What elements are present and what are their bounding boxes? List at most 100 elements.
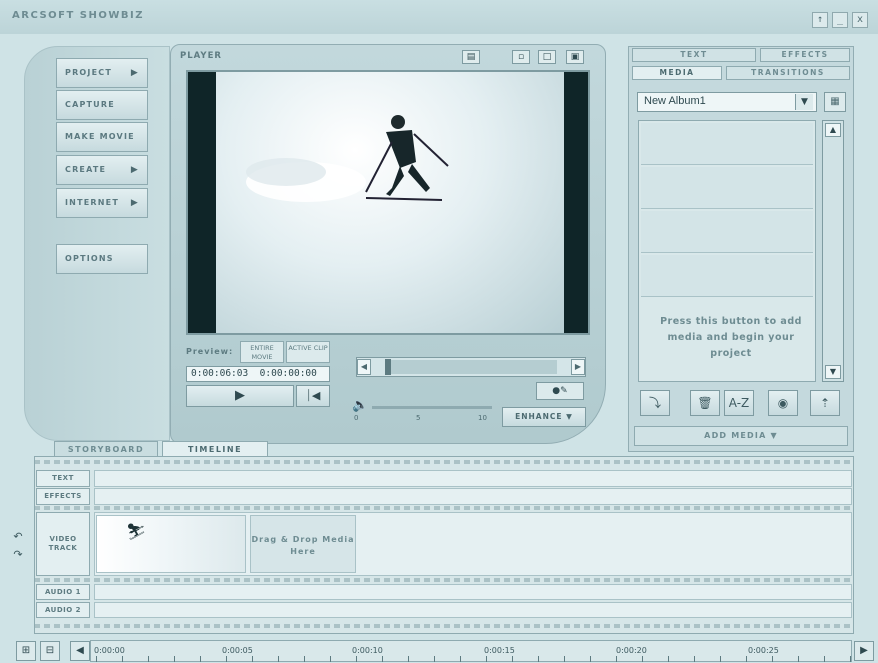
split-icon: ●✎	[552, 386, 568, 396]
close-button[interactable]: x	[852, 12, 868, 28]
add-media-label: Add Media	[704, 431, 767, 440]
undo-icon[interactable]: ↶	[10, 530, 26, 544]
skip-end-button[interactable]: ⏐◀	[296, 385, 330, 407]
timecode-current: 0:00:06:03	[191, 368, 249, 379]
ruler-tick	[460, 656, 461, 662]
divider	[34, 506, 854, 510]
project-button[interactable]: Project ▶	[56, 58, 148, 88]
tab-media[interactable]: Media	[632, 66, 722, 80]
ruler-tick	[408, 656, 409, 662]
chevron-down-icon: ▼	[770, 431, 778, 440]
disc-icon[interactable]: ◉	[768, 390, 798, 416]
skier-image	[246, 115, 449, 202]
trim-range	[387, 360, 557, 374]
active-clip-tab[interactable]: Active Clip	[286, 341, 330, 363]
trim-end-handle[interactable]: ▶	[571, 359, 585, 375]
track-label-video: Video Track	[36, 512, 90, 576]
ruler-tick	[720, 656, 721, 662]
time-ruler[interactable]	[90, 640, 852, 662]
tab-text[interactable]: Text	[632, 48, 756, 62]
import-icon[interactable]: ⇡	[810, 390, 840, 416]
drop-zone[interactable]: Drag & Drop Media Here	[250, 515, 356, 573]
divider	[34, 460, 854, 464]
volume-tick-min: 0	[354, 414, 359, 422]
media-slot[interactable]	[641, 211, 813, 253]
ruler-label: 0:00:25	[748, 646, 779, 655]
ruler-tick	[122, 656, 123, 662]
ruler-tick	[200, 656, 201, 662]
media-slot[interactable]	[641, 167, 813, 209]
ruler-tick	[824, 656, 825, 662]
small-view-icon[interactable]: ▫	[512, 50, 530, 64]
grid-view-icon[interactable]: ▦	[824, 92, 846, 112]
video-clip[interactable]	[96, 515, 246, 573]
ruler-tick	[590, 656, 591, 662]
app-title: ArcSoft ShowBiz	[12, 10, 144, 21]
redo-icon[interactable]: ↷	[10, 548, 26, 562]
options-label: Options	[65, 254, 114, 263]
restore-button[interactable]: ↑	[812, 12, 828, 28]
effects-track[interactable]	[94, 488, 852, 505]
options-button[interactable]: Options	[56, 244, 148, 274]
sort-button[interactable]: A-Z	[724, 390, 754, 416]
playhead-marker[interactable]	[385, 359, 391, 375]
split-button[interactable]: ●✎	[536, 382, 584, 400]
ruler-tick	[330, 656, 331, 662]
track-label-effects: Effects	[36, 488, 90, 505]
chevron-down-icon: ▼	[566, 412, 573, 421]
make-movie-button[interactable]: Make Movie	[56, 122, 148, 152]
large-view-icon[interactable]: □	[538, 50, 556, 64]
ruler-tick	[746, 656, 747, 662]
ruler-tick	[772, 656, 773, 662]
trim-slider[interactable]: ◀ ▶	[356, 357, 586, 377]
add-media-dropdown[interactable]: Add Media ▼	[634, 426, 848, 446]
ruler-tick	[174, 656, 175, 662]
ruler-tick	[798, 656, 799, 662]
ruler-tick	[642, 656, 643, 662]
volume-slider[interactable]	[372, 406, 492, 409]
project-label: Project	[65, 68, 112, 77]
fullscreen-icon[interactable]: ▣	[566, 50, 584, 64]
zoom-out-icon[interactable]: ⊟	[40, 641, 60, 661]
volume-tick-max: 10	[478, 414, 487, 422]
play-button[interactable]: ▶	[186, 385, 294, 407]
text-track[interactable]	[94, 470, 852, 487]
divider	[34, 578, 854, 582]
scroll-right-icon[interactable]: ▶	[854, 641, 874, 661]
volume-tick-mid: 5	[416, 414, 421, 422]
ruler-tick	[226, 656, 227, 662]
player-label: Player	[180, 51, 222, 61]
capture-label: Capture	[65, 100, 115, 109]
audio1-track[interactable]	[94, 584, 852, 600]
speaker-icon: 🔈	[352, 398, 369, 413]
create-button[interactable]: Create ▶	[56, 155, 148, 185]
capture-button[interactable]: Capture	[56, 90, 148, 120]
zoom-in-icon[interactable]: ⊞	[16, 641, 36, 661]
scroll-left-icon[interactable]: ◀	[70, 641, 90, 661]
scroll-up-icon[interactable]: ▲	[825, 123, 841, 137]
media-slot[interactable]	[641, 123, 813, 165]
enhance-button[interactable]: Enhance ▼	[502, 407, 586, 427]
internet-button[interactable]: Internet ▶	[56, 188, 148, 218]
scroll-down-icon[interactable]: ▼	[825, 365, 841, 379]
ruler-label: 0:00:20	[616, 646, 647, 655]
timecode-total: 0:00:00:00	[259, 368, 317, 379]
tab-effects[interactable]: Effects	[760, 48, 850, 62]
video-frame	[216, 72, 564, 333]
trash-icon[interactable]: 🗑	[690, 390, 720, 416]
minimize-button[interactable]: _	[832, 12, 848, 28]
track-label-audio1: Audio 1	[36, 584, 90, 600]
media-scrollbar[interactable]: ▲ ▼	[822, 120, 844, 382]
chevron-right-icon: ▶	[130, 165, 139, 175]
snapshot-icon[interactable]: ▤	[462, 50, 480, 64]
entire-movie-tab[interactable]: Entire Movie	[240, 341, 284, 363]
trim-start-handle[interactable]: ◀	[357, 359, 371, 375]
chevron-down-icon[interactable]: ▼	[795, 94, 813, 110]
audio2-track[interactable]	[94, 602, 852, 618]
media-slot[interactable]	[641, 255, 813, 297]
album-select[interactable]: New Album1	[637, 92, 817, 112]
add-media-icon[interactable]: ⤵	[640, 390, 670, 416]
video-preview[interactable]	[186, 70, 590, 335]
tab-transitions[interactable]: Transitions	[726, 66, 850, 80]
ruler-tick	[512, 656, 513, 662]
